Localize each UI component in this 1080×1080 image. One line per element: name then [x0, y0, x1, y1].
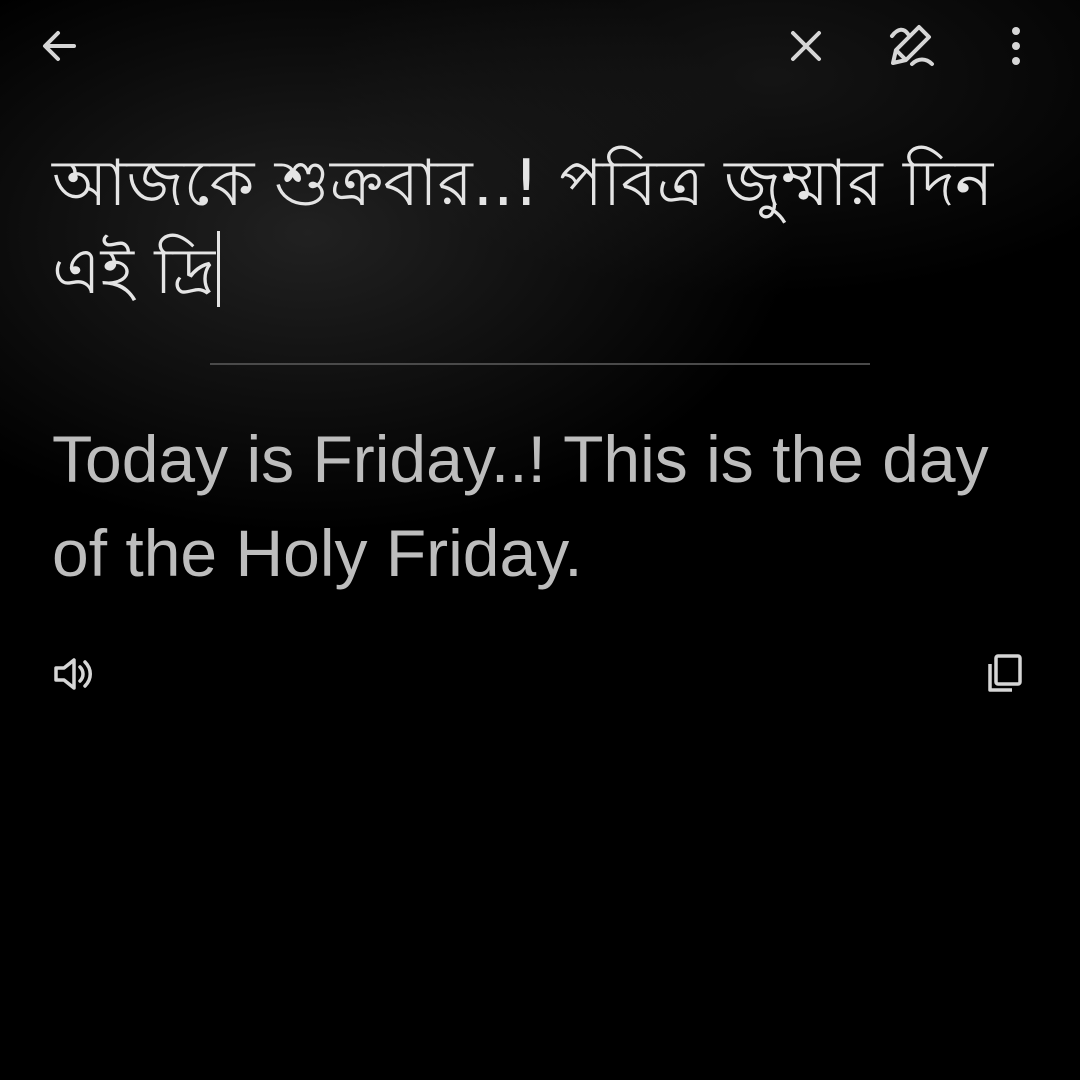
- close-icon: [791, 31, 821, 61]
- handwriting-button[interactable]: [880, 14, 944, 78]
- clear-button[interactable]: [774, 14, 838, 78]
- copy-icon: [988, 654, 1022, 692]
- volume-icon: [54, 658, 92, 690]
- translation-text: Today is Friday..! This is the day of th…: [52, 422, 989, 590]
- text-cursor: [217, 231, 221, 307]
- source-text-input[interactable]: আজকে শুক্রবার..! পবিত্র জুম্মার দিন এই দ…: [52, 140, 1012, 316]
- arrow-left-icon: [43, 31, 76, 61]
- copy-button[interactable]: [972, 642, 1036, 706]
- source-text: আজকে শুক্রবার..! পবিত্র জুম্মার দিন এই দ…: [52, 147, 994, 309]
- more-options-button[interactable]: [984, 14, 1048, 78]
- listen-button[interactable]: [40, 642, 104, 706]
- translate-screen: আজকে শুক্রবার..! পবিত্র জুম্মার দিন এই দ…: [0, 0, 1080, 1080]
- more-vertical-icon: [1012, 27, 1020, 65]
- back-button[interactable]: [28, 14, 92, 78]
- handwriting-pen-icon: [890, 25, 934, 66]
- divider: [210, 363, 870, 365]
- background-glow: [0, 0, 1080, 740]
